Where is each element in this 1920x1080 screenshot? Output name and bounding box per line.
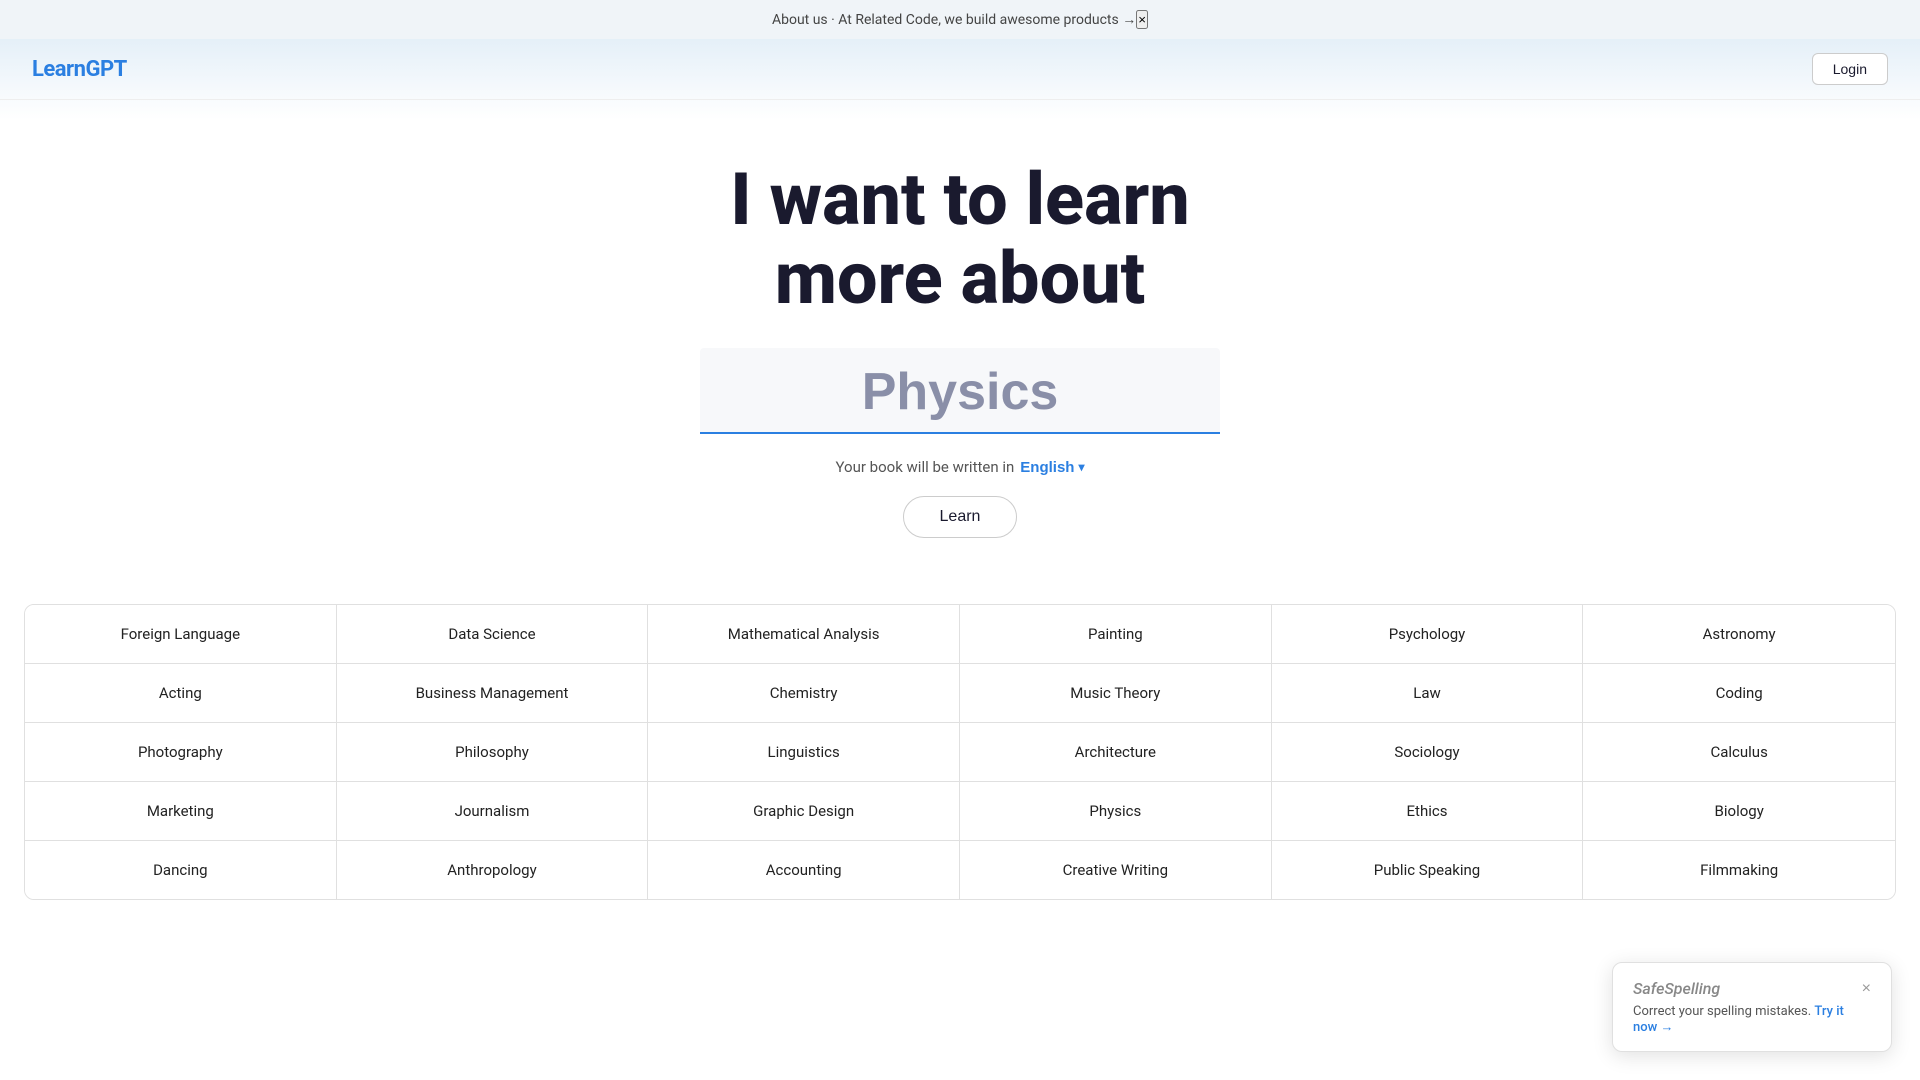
category-item[interactable]: Mathematical Analysis bbox=[648, 605, 960, 664]
main-content: I want to learn more about Your book wil… bbox=[0, 100, 1920, 900]
category-item[interactable]: Ethics bbox=[1272, 782, 1584, 841]
topic-input-wrapper bbox=[700, 348, 1220, 434]
category-item[interactable]: Accounting bbox=[648, 841, 960, 899]
category-item[interactable]: Anthropology bbox=[337, 841, 649, 899]
logo: LearnGPT bbox=[32, 57, 127, 82]
category-item[interactable]: Architecture bbox=[960, 723, 1272, 782]
toast-logo: SafeSpelling bbox=[1633, 979, 1720, 998]
chevron-down-icon: ▾ bbox=[1078, 460, 1084, 474]
category-item[interactable]: Calculus bbox=[1583, 723, 1895, 782]
category-item[interactable]: Dancing bbox=[25, 841, 337, 899]
safe-spelling-toast: SafeSpelling × Correct your spelling mis… bbox=[1612, 962, 1892, 1052]
language-selector[interactable]: English ▾ bbox=[1020, 459, 1084, 476]
category-item[interactable]: Physics bbox=[960, 782, 1272, 841]
category-item[interactable]: Linguistics bbox=[648, 723, 960, 782]
category-item[interactable]: Biology bbox=[1583, 782, 1895, 841]
hero-line2: more about bbox=[775, 236, 1145, 321]
category-item[interactable]: Chemistry bbox=[648, 664, 960, 723]
category-item[interactable]: Astronomy bbox=[1583, 605, 1895, 664]
category-item[interactable]: Music Theory bbox=[960, 664, 1272, 723]
category-item[interactable]: Psychology bbox=[1272, 605, 1584, 664]
hero-line1: I want to learn bbox=[730, 157, 1190, 242]
toast-body: Correct your spelling mistakes. Try it n… bbox=[1633, 1004, 1871, 1035]
banner-close-button[interactable]: × bbox=[1136, 10, 1148, 29]
learn-button[interactable]: Learn bbox=[903, 496, 1018, 538]
logo-learn: Learn bbox=[32, 57, 85, 82]
banner-text: About us · At Related Code, we build awe… bbox=[772, 11, 1136, 28]
category-item[interactable]: Filmmaking bbox=[1583, 841, 1895, 899]
topic-input[interactable] bbox=[700, 348, 1220, 434]
category-item[interactable]: Marketing bbox=[25, 782, 337, 841]
hero-section: I want to learn more about Your book wil… bbox=[0, 100, 1920, 568]
category-item[interactable]: Coding bbox=[1583, 664, 1895, 723]
category-item[interactable]: Painting bbox=[960, 605, 1272, 664]
category-item[interactable]: Law bbox=[1272, 664, 1584, 723]
categories-grid: Foreign LanguageData ScienceMathematical… bbox=[24, 604, 1896, 900]
toast-close-button[interactable]: × bbox=[1862, 981, 1871, 997]
language-row: Your book will be written in English ▾ bbox=[20, 458, 1900, 476]
category-item[interactable]: Sociology bbox=[1272, 723, 1584, 782]
category-item[interactable]: Foreign Language bbox=[25, 605, 337, 664]
announcement-banner: About us · At Related Code, we build awe… bbox=[0, 0, 1920, 39]
toast-header: SafeSpelling × bbox=[1633, 979, 1871, 998]
hero-title: I want to learn more about bbox=[20, 160, 1900, 318]
logo-gpt: GPT bbox=[85, 57, 126, 82]
category-item[interactable]: Journalism bbox=[337, 782, 649, 841]
category-item[interactable]: Business Management bbox=[337, 664, 649, 723]
category-item[interactable]: Creative Writing bbox=[960, 841, 1272, 899]
category-item[interactable]: Graphic Design bbox=[648, 782, 960, 841]
header: LearnGPT Login bbox=[0, 39, 1920, 100]
language-value: English bbox=[1020, 459, 1074, 476]
login-button[interactable]: Login bbox=[1812, 53, 1888, 85]
category-item[interactable]: Acting bbox=[25, 664, 337, 723]
category-item[interactable]: Data Science bbox=[337, 605, 649, 664]
category-item[interactable]: Philosophy bbox=[337, 723, 649, 782]
category-item[interactable]: Public Speaking bbox=[1272, 841, 1584, 899]
toast-body-text: Correct your spelling mistakes. bbox=[1633, 1004, 1811, 1019]
category-item[interactable]: Photography bbox=[25, 723, 337, 782]
language-label: Your book will be written in bbox=[836, 458, 1015, 476]
